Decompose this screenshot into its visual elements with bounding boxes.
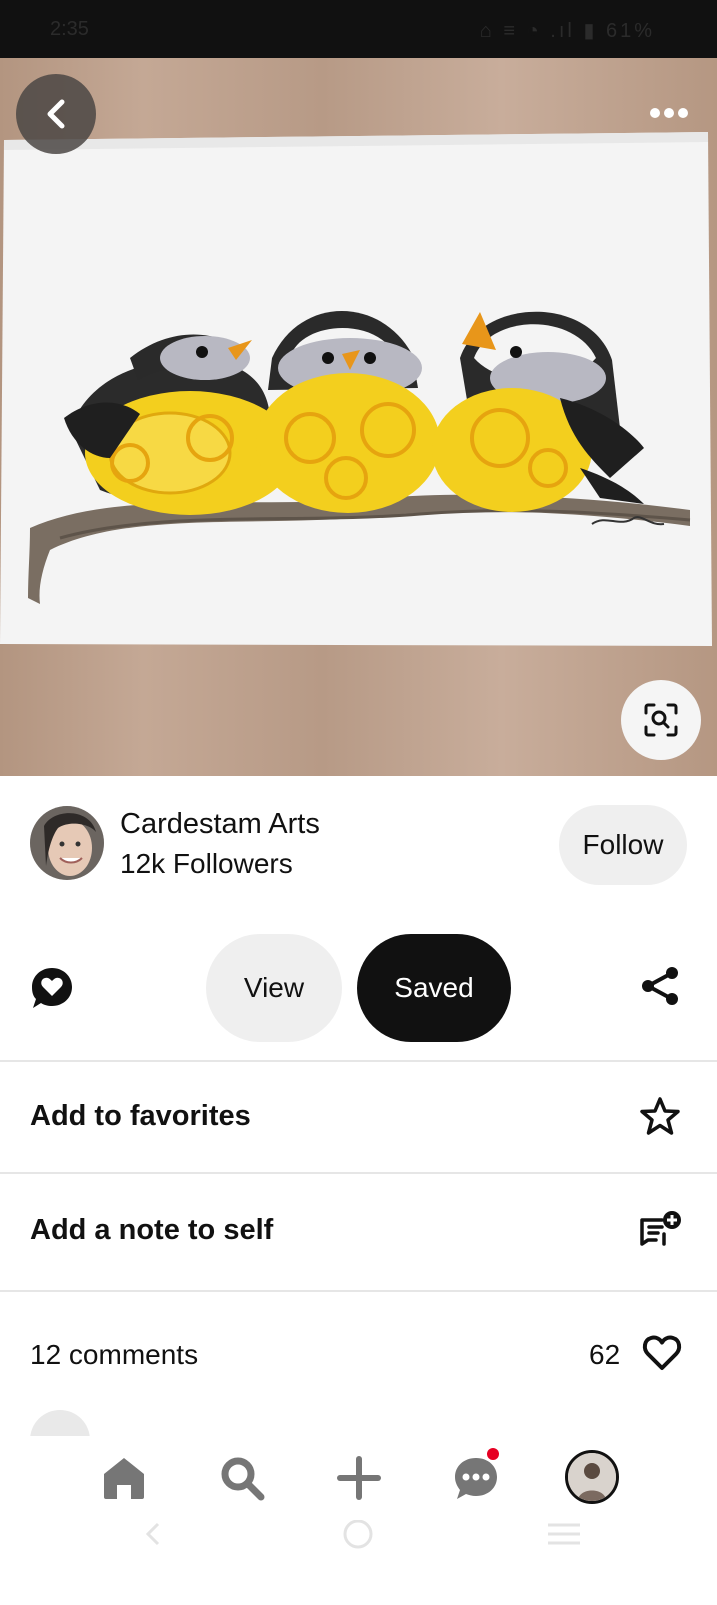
quilling-birds-illustration	[0, 132, 712, 646]
like-button[interactable]	[642, 1334, 684, 1376]
more-horizontal-icon	[650, 108, 688, 118]
creator-followers: 12k Followers	[120, 848, 293, 879]
share-icon	[642, 967, 678, 1005]
creator-avatar-image	[30, 806, 104, 880]
create-icon	[337, 1456, 381, 1500]
react-button[interactable]	[30, 966, 80, 1016]
share-button[interactable]	[640, 966, 686, 1012]
home-icon	[104, 1458, 144, 1499]
favorites-star	[640, 1096, 684, 1140]
status-time: 2:35	[50, 18, 89, 40]
heart-chat-icon	[32, 968, 72, 1008]
saved-button[interactable]: Saved	[357, 934, 511, 1042]
messages-icon	[455, 1458, 497, 1499]
add-note-row[interactable]: Add a note to self	[0, 1176, 717, 1286]
status-bar: 2:35 ⌂ ≡ ◔ .ıl ▮ 61%	[0, 0, 717, 58]
visual-search-icon	[644, 703, 678, 737]
heart-icon	[642, 1335, 682, 1370]
visual-search-button[interactable]	[621, 680, 701, 760]
notification-dot	[487, 1448, 499, 1460]
nav-home[interactable]	[96, 1450, 152, 1506]
back-button[interactable]	[16, 74, 96, 154]
status-icons: ⌂ ≡ ◔ .ıl ▮ 61%	[479, 20, 655, 42]
add-note-label: Add a note to self	[30, 1214, 274, 1246]
system-navigation-bar	[0, 1519, 717, 1600]
view-button[interactable]: View	[206, 934, 342, 1042]
bottom-nav	[0, 1436, 717, 1520]
comments-row: 12 comments 62	[0, 1292, 717, 1370]
add-to-favorites-label: Add to favorites	[30, 1100, 251, 1132]
likes-count: 62	[589, 1339, 621, 1370]
comments-count[interactable]: 12 comments	[30, 1339, 198, 1371]
action-bar: View Saved	[0, 916, 717, 1060]
comment-preview	[0, 1406, 717, 1436]
add-to-favorites-row[interactable]: Add to favorites	[0, 1062, 717, 1172]
nav-create[interactable]	[331, 1450, 387, 1506]
follow-button[interactable]: Follow	[559, 805, 687, 885]
divider	[0, 1172, 717, 1174]
chevron-left-icon	[47, 99, 65, 129]
note-add	[640, 1210, 684, 1254]
more-options-button[interactable]	[641, 98, 697, 128]
profile-icon	[568, 1453, 616, 1501]
creator-avatar[interactable]	[30, 806, 104, 880]
note-add-icon	[640, 1211, 681, 1246]
creator-name[interactable]: Cardestam Arts	[120, 808, 320, 841]
pin-image[interactable]	[0, 58, 717, 776]
creator-section: Cardestam Arts 12k Followers Follow	[0, 776, 717, 916]
system-nav-icons	[145, 1519, 580, 1549]
commenter-avatar	[30, 1410, 90, 1436]
nav-search[interactable]	[214, 1450, 270, 1506]
star-icon	[640, 1097, 680, 1135]
nav-profile[interactable]	[565, 1450, 619, 1504]
search-icon	[221, 1457, 265, 1501]
